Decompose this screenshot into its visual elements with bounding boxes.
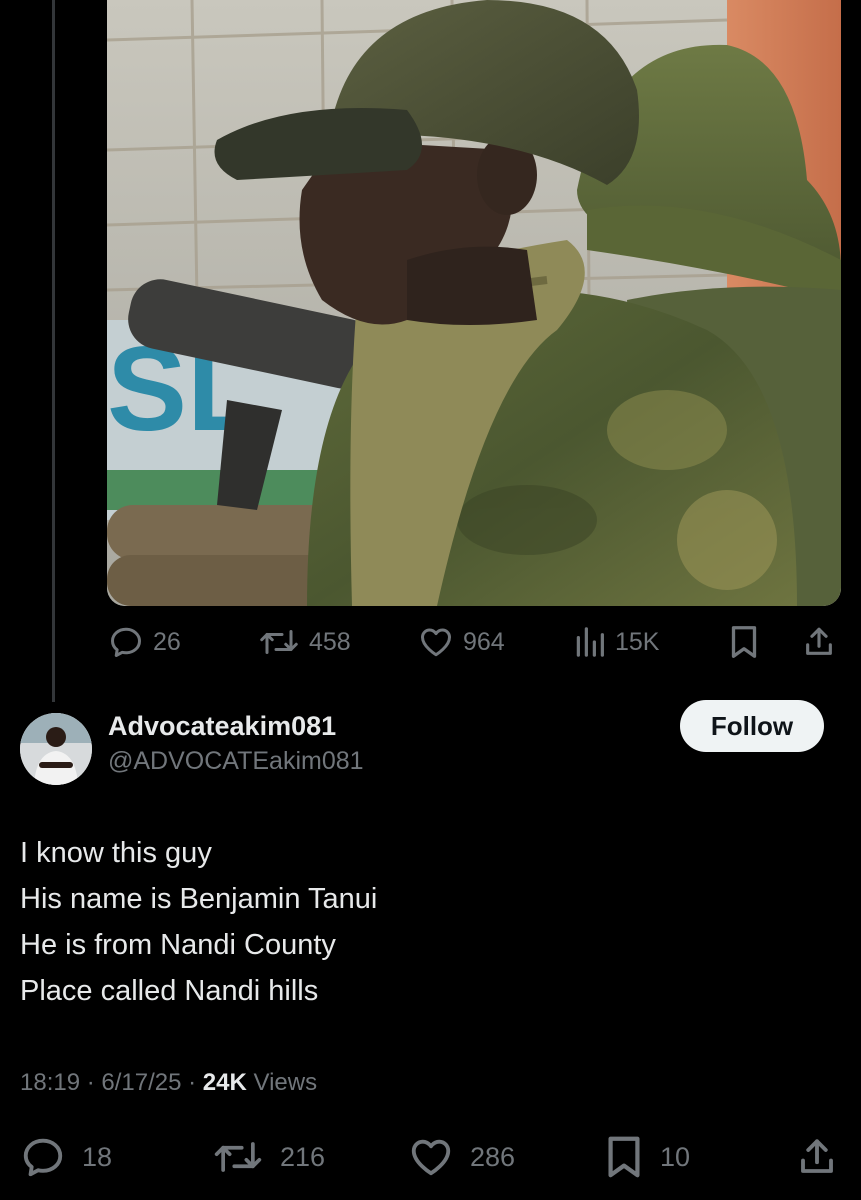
tweet-text: I know this guy His name is Benjamin Tan… [20,830,377,1014]
tweet-views-count: 24K [202,1069,247,1096]
tweet-time[interactable]: 18:19 [20,1069,80,1096]
tweet-text-line: I know this guy [20,837,212,869]
like-count: 964 [463,627,505,656]
like-button[interactable]: 964 [418,620,505,664]
reply-button[interactable]: 18 [20,1134,112,1180]
bookmark-button[interactable] [728,620,760,664]
heart-icon [421,628,451,657]
views-button[interactable]: 15K [574,620,659,664]
tweet-views-label: Views [253,1069,318,1096]
reply-count: 26 [153,627,181,656]
share-button[interactable] [796,1134,838,1180]
share-icon [801,1139,833,1173]
reply-count: 18 [82,1141,113,1172]
follow-button[interactable]: Follow [680,700,824,752]
bookmark-icon [608,1136,640,1178]
soldier-photo-illustration: SL [107,0,841,606]
bookmark-button[interactable]: 10 [604,1134,690,1180]
like-button[interactable]: 286 [408,1134,515,1180]
tweet-action-bar: 26 458 964 15K [0,620,861,664]
analytics-icon [576,627,604,657]
repost-button[interactable]: 458 [258,620,351,664]
heart-icon [411,1139,451,1176]
meta-separator: · [80,1069,102,1096]
views-count: 15K [615,627,660,656]
avatar-image [20,713,92,785]
repost-count: 458 [309,627,351,656]
user-handle[interactable]: @ADVOCATEakim081 [108,747,364,776]
avatar[interactable] [20,713,92,785]
repost-count: 216 [280,1141,326,1172]
reply-icon [111,627,141,657]
tweet-text-line: He is from Nandi County [20,929,336,961]
bookmark-icon [731,626,757,658]
repost-icon [260,630,298,654]
tweet-date[interactable]: 6/17/25 [101,1069,181,1096]
share-button[interactable] [802,620,836,664]
like-count: 286 [470,1141,516,1172]
reply-action-bar: 18 216 286 10 [0,1134,861,1180]
tweet-text-line: Place called Nandi hills [20,975,319,1007]
reply-icon [23,1138,63,1177]
meta-separator: · [181,1069,203,1096]
repost-icon [214,1142,262,1172]
share-icon [806,627,832,655]
tweet-text-line: His name is Benjamin Tanui [20,883,378,915]
tweet-photo[interactable]: SL [107,0,841,606]
tweet-meta: 18:19 · 6/17/25 · 24K Views [20,1069,317,1097]
thread-line [52,0,55,702]
repost-button[interactable]: 216 [212,1134,325,1180]
bookmark-count: 10 [660,1141,691,1172]
reply-button[interactable]: 26 [108,620,181,664]
display-name[interactable]: Advocateakim081 [108,711,336,742]
